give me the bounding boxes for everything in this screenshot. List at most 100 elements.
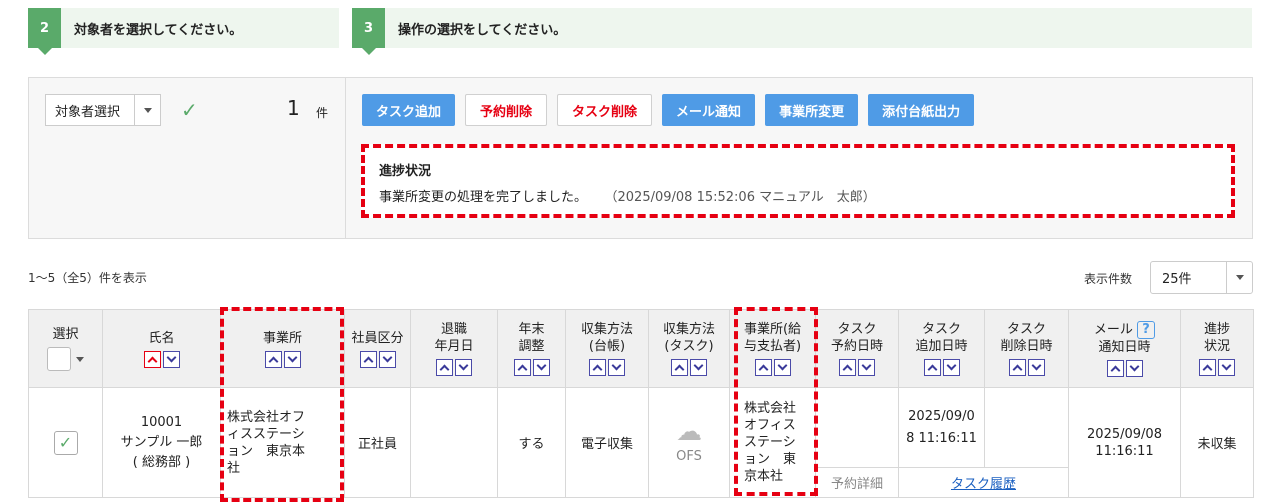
row-select-cell: ✓ [28,387,103,498]
delete-reservation-button[interactable]: 予約削除 [465,94,548,126]
progress-meta: （2025/09/08 15:52:06 マニュアル 太郎） [611,190,876,205]
selected-count: 1 [287,96,300,120]
progress-message-line: 事業所変更の処理を完了しました。 （2025/09/08 15:52:06 マニュ… [379,186,876,205]
retire-date-cell [410,387,498,498]
sort-asc-button[interactable] [671,359,688,376]
collect-task-cell: ☁ OFS [648,387,730,498]
sort-desc-button[interactable] [858,359,875,376]
col-task-delete: タスク 削除日時 [984,309,1069,388]
sort-desc-button[interactable] [1125,359,1143,377]
yearend-cell: する [497,387,566,498]
employee-name: サンプル 一郎 [120,434,203,450]
sort-asc-button[interactable] [839,359,856,376]
col-yearend: 年末 調整 [497,309,566,388]
office-line: ョン 東京本 [227,443,306,459]
name-cell: 10001 サンプル 一郎 ( 総務部 ) [102,387,221,498]
col-office: 事業所 [220,309,345,388]
selected-count-unit: 件 [316,106,329,120]
sort-desc-button[interactable] [1218,359,1235,376]
table-header-row: 選択 氏名 事業所 社員区分 退職 年月日 年末 調整 収集方法 (台帳) 収集… [28,309,1254,388]
office-line: ィスステーシ [227,426,305,442]
sort-asc-button[interactable] [1008,359,1026,376]
payer-line: オフィス [744,418,796,433]
task-add-time: 8 11:16:11 [906,430,977,446]
sort-asc-button[interactable] [1106,359,1124,377]
col-label: メール [1093,322,1133,337]
col-label: (台帳) [588,339,626,354]
col-label: 年月日 [434,339,474,354]
step-3-header: 3 操作の選択をしてください。 [352,8,1252,55]
sort-asc-button[interactable] [1199,359,1216,376]
sort-desc-button[interactable] [608,359,625,376]
sort-asc-button[interactable] [754,359,772,376]
add-task-button[interactable]: タスク追加 [362,94,456,126]
col-label: 予約日時 [830,339,883,354]
help-icon[interactable]: ? [1137,320,1156,339]
mail-notify-button[interactable]: メール通知 [662,94,756,126]
action-buttons: タスク追加 予約削除 タスク削除 メール通知 事業所変更 添付台紙出力 [362,94,975,126]
step-2-header: 2 対象者を選択してください。 [28,8,339,55]
chevron-down-icon[interactable] [1226,262,1252,293]
task-reserve-cell [815,387,899,468]
sort-desc-button[interactable] [690,359,707,376]
col-label: タスク [837,322,877,337]
col-label: タスク [921,322,961,337]
sort-desc-button[interactable] [942,359,960,376]
change-office-button[interactable]: 事業所変更 [765,94,859,126]
col-label: 退職 [440,322,467,337]
col-progress: 進捗 状況 [1180,309,1254,388]
col-payer-office: 事業所(給 与支払者) [729,309,816,388]
mail-time: 11:16:11 [1095,443,1154,459]
per-page-select[interactable]: 25件 [1150,261,1253,294]
payer-line: 株式会社 [744,401,797,416]
sort-asc-button[interactable] [436,359,453,376]
col-label: タスク [1006,322,1046,337]
sort-desc-button[interactable] [773,359,791,376]
col-label: 社員区分 [351,330,404,346]
table-row: ✓ 10001 サンプル 一郎 ( 総務部 ) 株式会社オフ ィスステーシ ョン… [28,387,1254,498]
sort-desc-button[interactable] [1027,359,1045,376]
col-label: 削除日時 [1000,339,1053,354]
sort-asc-button[interactable] [359,350,377,368]
sort-desc-button[interactable] [162,350,180,368]
sort-desc-button[interactable] [378,350,396,368]
sort-asc-button[interactable] [264,350,282,368]
payer-line: ステーシ [744,435,796,450]
chevron-down-icon[interactable] [76,356,84,362]
col-label: (タスク) [664,339,714,354]
print-cover-button[interactable]: 添付台紙出力 [868,94,975,126]
status-cell: 未収集 [1180,387,1254,498]
sort-desc-button[interactable] [283,350,301,368]
delete-task-button[interactable]: タスク削除 [557,94,653,126]
col-label: 通知日時 [1098,339,1151,355]
mail-date: 2025/09/08 [1087,426,1162,442]
sort-asc-button[interactable] [513,359,531,376]
task-history-link[interactable]: タスク履歴 [951,477,1016,492]
emp-type-cell: 正社員 [344,387,411,498]
sort-asc-button[interactable] [923,359,941,376]
sort-asc-button[interactable] [143,350,161,368]
col-label: 調整 [518,339,545,354]
sort-asc-button[interactable] [589,359,606,376]
collect-task-value: OFS [676,449,702,464]
target-select-dropdown[interactable]: 対象者選択 [45,94,161,126]
col-label: 追加日時 [915,339,968,354]
col-select: 選択 [28,309,103,388]
task-delete-cell [984,387,1069,468]
cloud-icon: ☁ [676,417,702,447]
reserve-detail-link[interactable]: 予約詳細 [815,467,899,498]
task-add-date: 2025/09/0 [908,408,975,424]
col-emp-type: 社員区分 [344,309,411,388]
col-label: 収集方法 [662,322,715,337]
operation-panel: 対象者選択 ✓ 1 件 タスク追加 予約削除 タスク削除 メール通知 事業所変更… [28,77,1253,239]
col-name: 氏名 [102,309,221,388]
col-collect-ledger: 収集方法 (台帳) [565,309,649,388]
row-checkbox[interactable]: ✓ [53,430,78,455]
col-task-add: タスク 追加日時 [898,309,985,388]
target-selection-area: 対象者選択 ✓ 1 件 [29,78,346,238]
col-collect-task: 収集方法 (タスク) [648,309,730,388]
select-all-checkbox[interactable] [47,347,71,371]
sort-desc-button[interactable] [455,359,472,376]
chevron-down-icon[interactable] [134,95,160,125]
sort-desc-button[interactable] [532,359,550,376]
